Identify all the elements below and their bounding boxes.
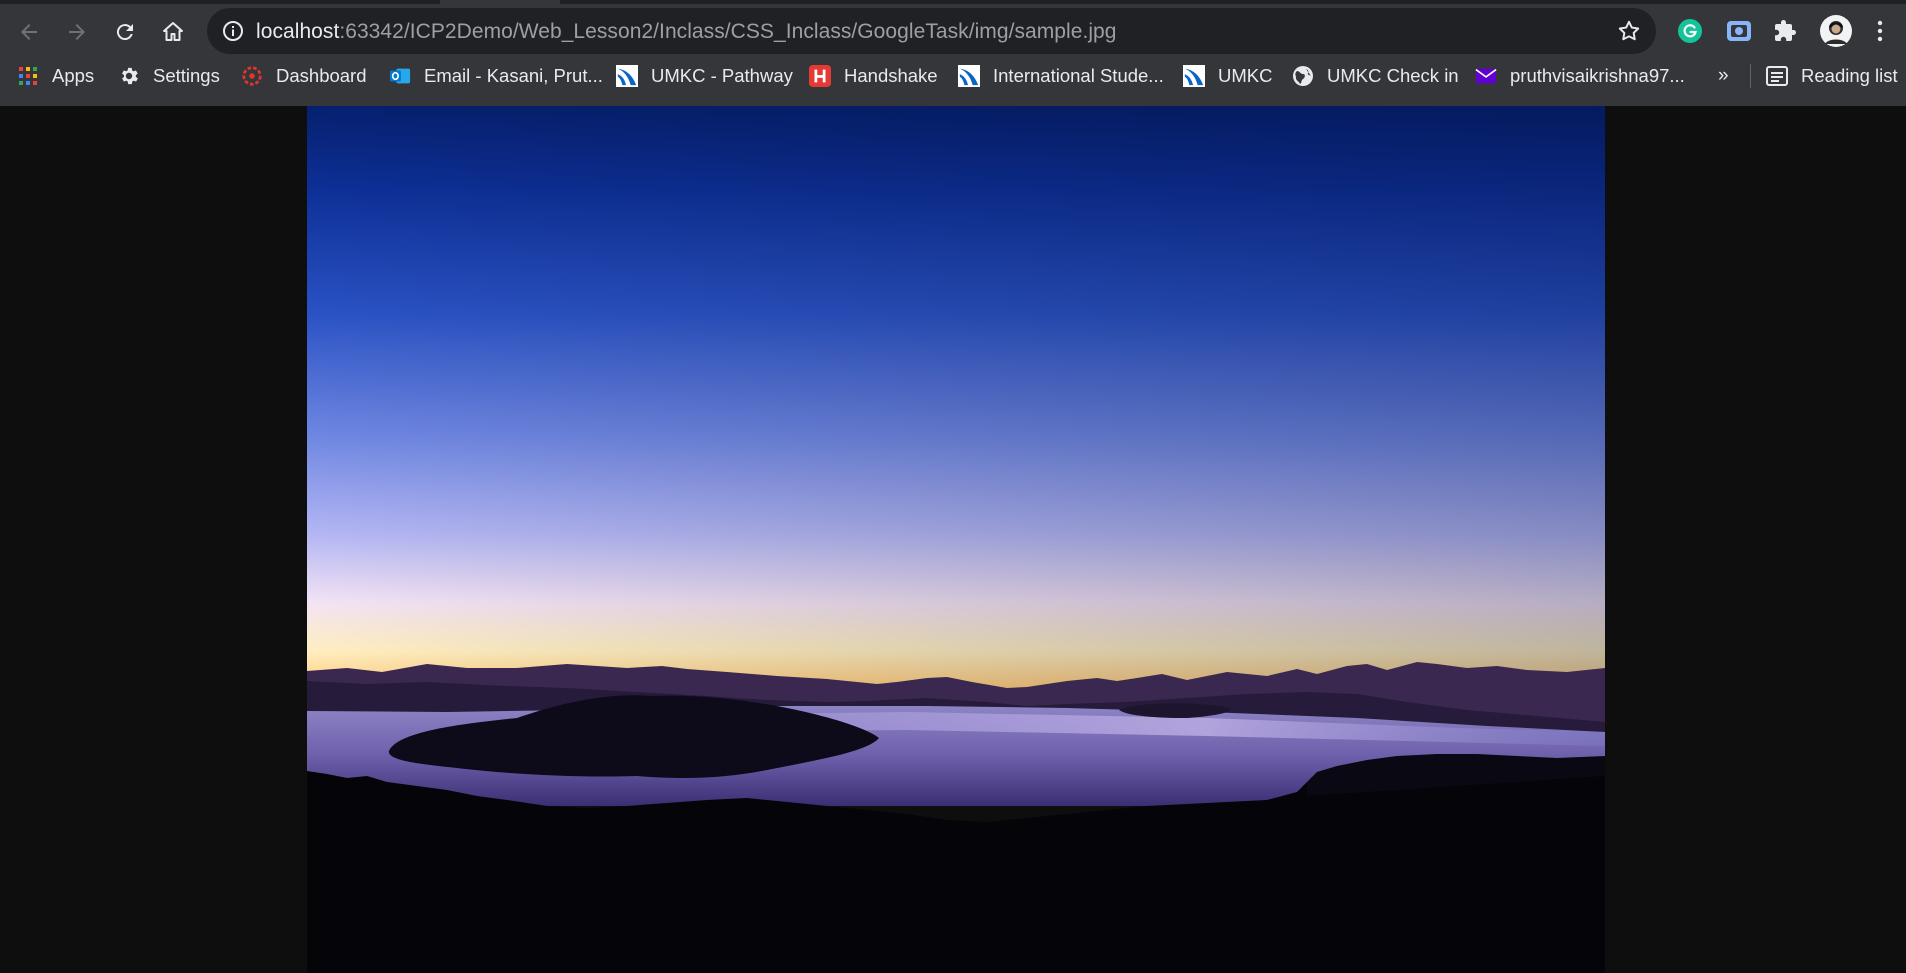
- tab-strip: [0, 0, 1906, 4]
- canvas-logo-icon: [241, 65, 263, 87]
- umkc-logo-icon: [1183, 65, 1205, 87]
- handshake-icon: [809, 65, 831, 87]
- gear-icon: [118, 65, 140, 87]
- address-bar[interactable]: localhost:63342/ICP2Demo/Web_Lesson2/Inc…: [207, 8, 1656, 54]
- reading-list-button[interactable]: Reading list: [1766, 56, 1898, 96]
- reload-icon[interactable]: [107, 14, 143, 50]
- reading-list-icon: [1766, 65, 1788, 87]
- bookmarks-overflow-button[interactable]: »: [1718, 56, 1729, 96]
- globe-icon: [1292, 65, 1314, 87]
- bookmark-label: Dashboard: [276, 65, 367, 86]
- bookmark-yahoo-mail[interactable]: pruthvisaikrishna97...: [1475, 56, 1685, 96]
- umkc-logo-icon: [958, 65, 980, 87]
- bookmark-label: Handshake: [844, 65, 938, 86]
- reading-list-label: Reading list: [1801, 65, 1898, 86]
- screen-capture-icon[interactable]: [1725, 17, 1753, 45]
- active-tab[interactable]: [440, 0, 560, 4]
- outlook-icon: [389, 65, 411, 87]
- toolbar: localhost:63342/ICP2Demo/Web_Lesson2/Inc…: [0, 5, 1906, 54]
- bookmarks-separator: [1750, 64, 1751, 88]
- url-host: localhost: [256, 20, 340, 43]
- umkc-logo-icon: [616, 65, 638, 87]
- browser-chrome: localhost:63342/ICP2Demo/Web_Lesson2/Inc…: [0, 0, 1906, 106]
- grammarly-icon[interactable]: [1676, 17, 1704, 45]
- image-viewer[interactable]: [307, 106, 1605, 973]
- bookmark-label: pruthvisaikrishna97...: [1510, 65, 1685, 86]
- bookmark-label: International Stude...: [993, 65, 1164, 86]
- bookmark-label: Apps: [52, 65, 95, 86]
- bookmarks-bar: Apps Settings Dashboard Email - Kasani, …: [0, 56, 1906, 96]
- site-info-icon[interactable]: [221, 19, 245, 43]
- puzzle-icon[interactable]: [1771, 17, 1799, 45]
- mail-icon: [1475, 65, 1497, 87]
- more-menu-icon[interactable]: [1866, 17, 1894, 45]
- bookmark-apps[interactable]: Apps: [17, 56, 94, 96]
- bookmark-umkc[interactable]: UMKC: [1183, 56, 1272, 96]
- bookmark-label: Settings: [153, 65, 220, 86]
- bookmark-handshake[interactable]: Handshake: [809, 56, 938, 96]
- forward-icon[interactable]: [59, 14, 95, 50]
- home-icon[interactable]: [155, 14, 191, 50]
- bookmark-email[interactable]: Email - Kasani, Prut...: [389, 56, 603, 96]
- bookmark-label: UMKC Check in: [1327, 65, 1459, 86]
- url-text[interactable]: localhost:63342/ICP2Demo/Web_Lesson2/Inc…: [256, 20, 1117, 44]
- url-path: :63342/ICP2Demo/Web_Lesson2/Inclass/CSS_…: [339, 20, 1117, 43]
- back-icon[interactable]: [11, 14, 47, 50]
- bookmark-label: UMKC - Pathway: [651, 65, 793, 86]
- bookmark-label: UMKC: [1218, 65, 1273, 86]
- sunset-lake-photo: [307, 106, 1605, 973]
- bookmark-star-icon[interactable]: [1616, 18, 1642, 44]
- bookmark-dashboard[interactable]: Dashboard: [241, 56, 367, 96]
- profile-avatar[interactable]: [1819, 14, 1853, 48]
- bookmark-international-students[interactable]: International Stude...: [958, 56, 1164, 96]
- bookmark-settings[interactable]: Settings: [118, 56, 220, 96]
- bookmark-label: Email - Kasani, Prut...: [424, 65, 603, 86]
- bookmark-umkc-check-in[interactable]: UMKC Check in: [1292, 56, 1459, 96]
- bookmark-umkc-pathway[interactable]: UMKC - Pathway: [616, 56, 793, 96]
- apps-grid-icon: [17, 65, 39, 87]
